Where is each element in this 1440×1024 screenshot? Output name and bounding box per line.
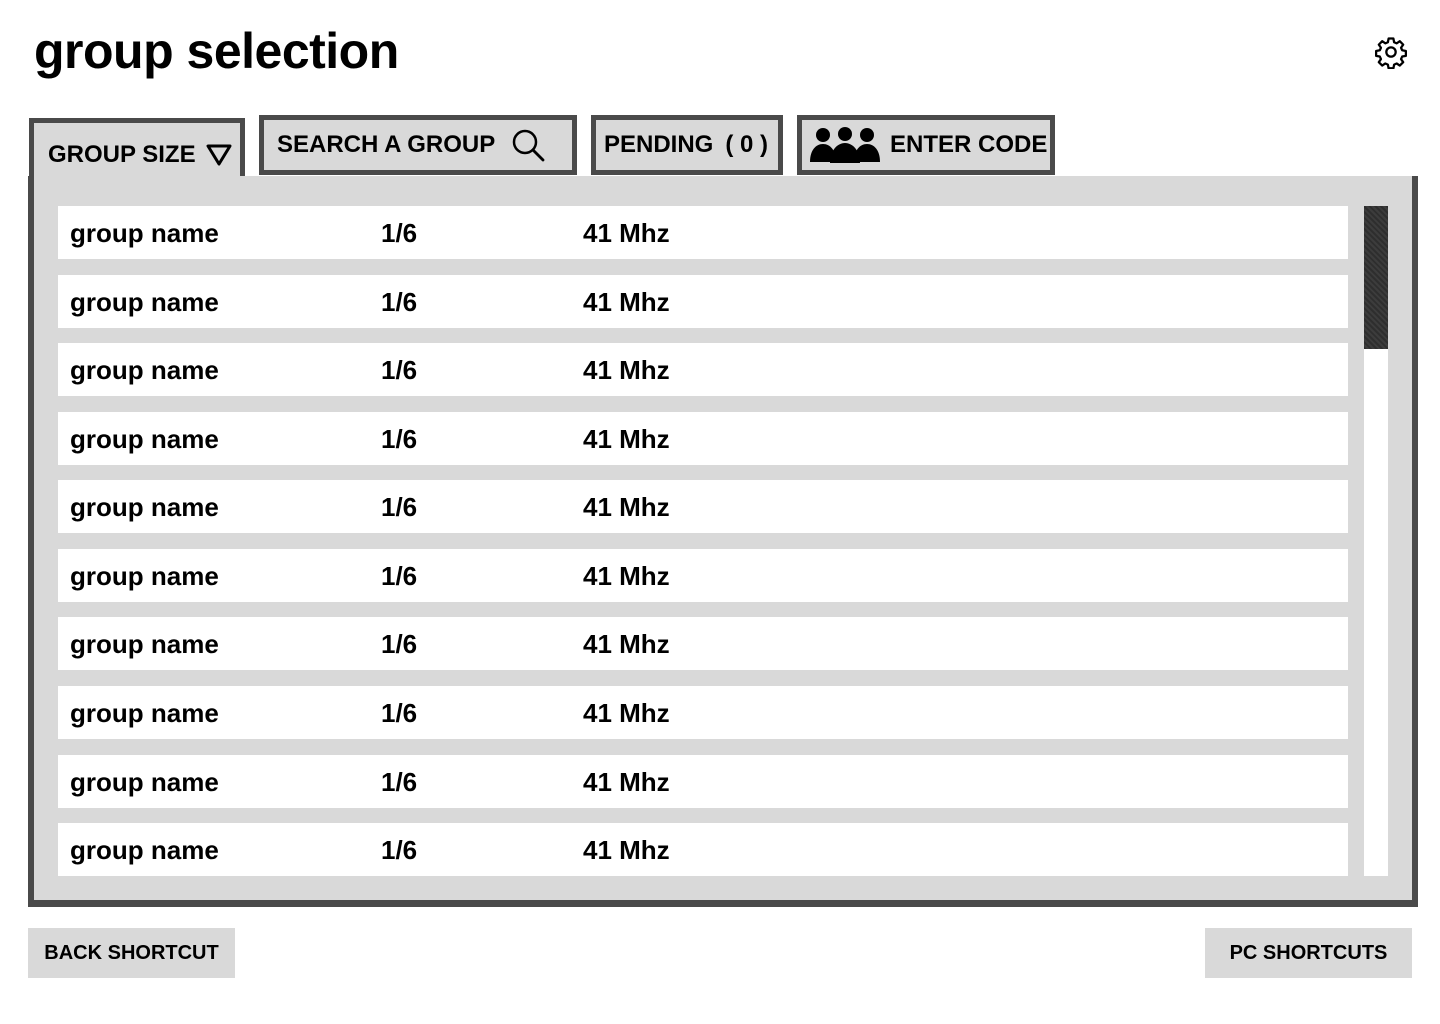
- group-frequency: 41 Mhz: [583, 767, 670, 797]
- group-row[interactable]: group name 1/6 41 Mhz: [58, 206, 1348, 259]
- group-size: 1/6: [381, 835, 418, 865]
- group-row[interactable]: group name 1/6 41 Mhz: [58, 480, 1348, 533]
- group-frequency: 41 Mhz: [583, 561, 670, 591]
- pending-count: ( 0 ): [725, 131, 769, 158]
- group-name: group name: [70, 355, 219, 385]
- group-row[interactable]: group name 1/6 41 Mhz: [58, 686, 1348, 739]
- group-name: group name: [70, 698, 219, 728]
- group-size: 1/6: [381, 767, 418, 797]
- tab-group-size-label: GROUP SIZE: [48, 140, 196, 168]
- group-frequency: 41 Mhz: [583, 698, 670, 728]
- group-frequency: 41 Mhz: [583, 218, 670, 248]
- group-frequency: 41 Mhz: [583, 287, 670, 317]
- tab-enter-code[interactable]: ENTER CODE: [797, 115, 1055, 175]
- group-row[interactable]: group name 1/6 41 Mhz: [58, 343, 1348, 396]
- tab-search-label: SEARCH A GROUP: [277, 131, 496, 158]
- group-frequency: 41 Mhz: [583, 629, 670, 659]
- group-list-panel: group name 1/6 41 Mhz group name 1/6 41 …: [28, 176, 1418, 907]
- group-name: group name: [70, 767, 219, 797]
- group-name: group name: [70, 561, 219, 591]
- page-title: group selection: [34, 23, 399, 79]
- group-row[interactable]: group name 1/6 41 Mhz: [58, 275, 1348, 328]
- group-name: group name: [70, 218, 219, 248]
- group-size: 1/6: [381, 561, 418, 591]
- group-size: 1/6: [381, 287, 418, 317]
- triangle-down-icon: [206, 144, 232, 166]
- group-row[interactable]: group name 1/6 41 Mhz: [58, 549, 1348, 602]
- tab-enter-code-label: ENTER CODE: [890, 131, 1048, 158]
- group-size: 1/6: [381, 355, 418, 385]
- scrollbar-track[interactable]: [1364, 206, 1388, 876]
- tab-group-size[interactable]: GROUP SIZE: [29, 118, 245, 182]
- tab-search-group[interactable]: SEARCH A GROUP: [259, 115, 577, 175]
- group-name: group name: [70, 424, 219, 454]
- group-size: 1/6: [381, 424, 418, 454]
- search-icon: [511, 128, 545, 162]
- group-size: 1/6: [381, 492, 418, 522]
- group-row[interactable]: group name 1/6 41 Mhz: [58, 617, 1348, 670]
- back-shortcut-button[interactable]: BACK SHORTCUT: [28, 928, 235, 978]
- group-name: group name: [70, 835, 219, 865]
- tab-pending-label: PENDING: [604, 131, 714, 158]
- scrollbar-thumb[interactable]: [1364, 206, 1388, 349]
- settings-button[interactable]: [1371, 34, 1411, 74]
- tab-pending[interactable]: PENDING ( 0 ): [591, 115, 783, 175]
- group-frequency: 41 Mhz: [583, 355, 670, 385]
- group-size: 1/6: [381, 218, 418, 248]
- group-row[interactable]: group name 1/6 41 Mhz: [58, 412, 1348, 465]
- group-name: group name: [70, 492, 219, 522]
- group-size: 1/6: [381, 629, 418, 659]
- group-frequency: 41 Mhz: [583, 835, 670, 865]
- group-row[interactable]: group name 1/6 41 Mhz: [58, 823, 1348, 876]
- group-name: group name: [70, 629, 219, 659]
- gear-icon: [1374, 35, 1408, 74]
- group-name: group name: [70, 287, 219, 317]
- group-frequency: 41 Mhz: [583, 424, 670, 454]
- group-frequency: 41 Mhz: [583, 492, 670, 522]
- group-size: 1/6: [381, 698, 418, 728]
- pc-shortcuts-button[interactable]: PC SHORTCUTS: [1205, 928, 1412, 978]
- group-people-icon: [810, 126, 880, 164]
- group-row[interactable]: group name 1/6 41 Mhz: [58, 755, 1348, 808]
